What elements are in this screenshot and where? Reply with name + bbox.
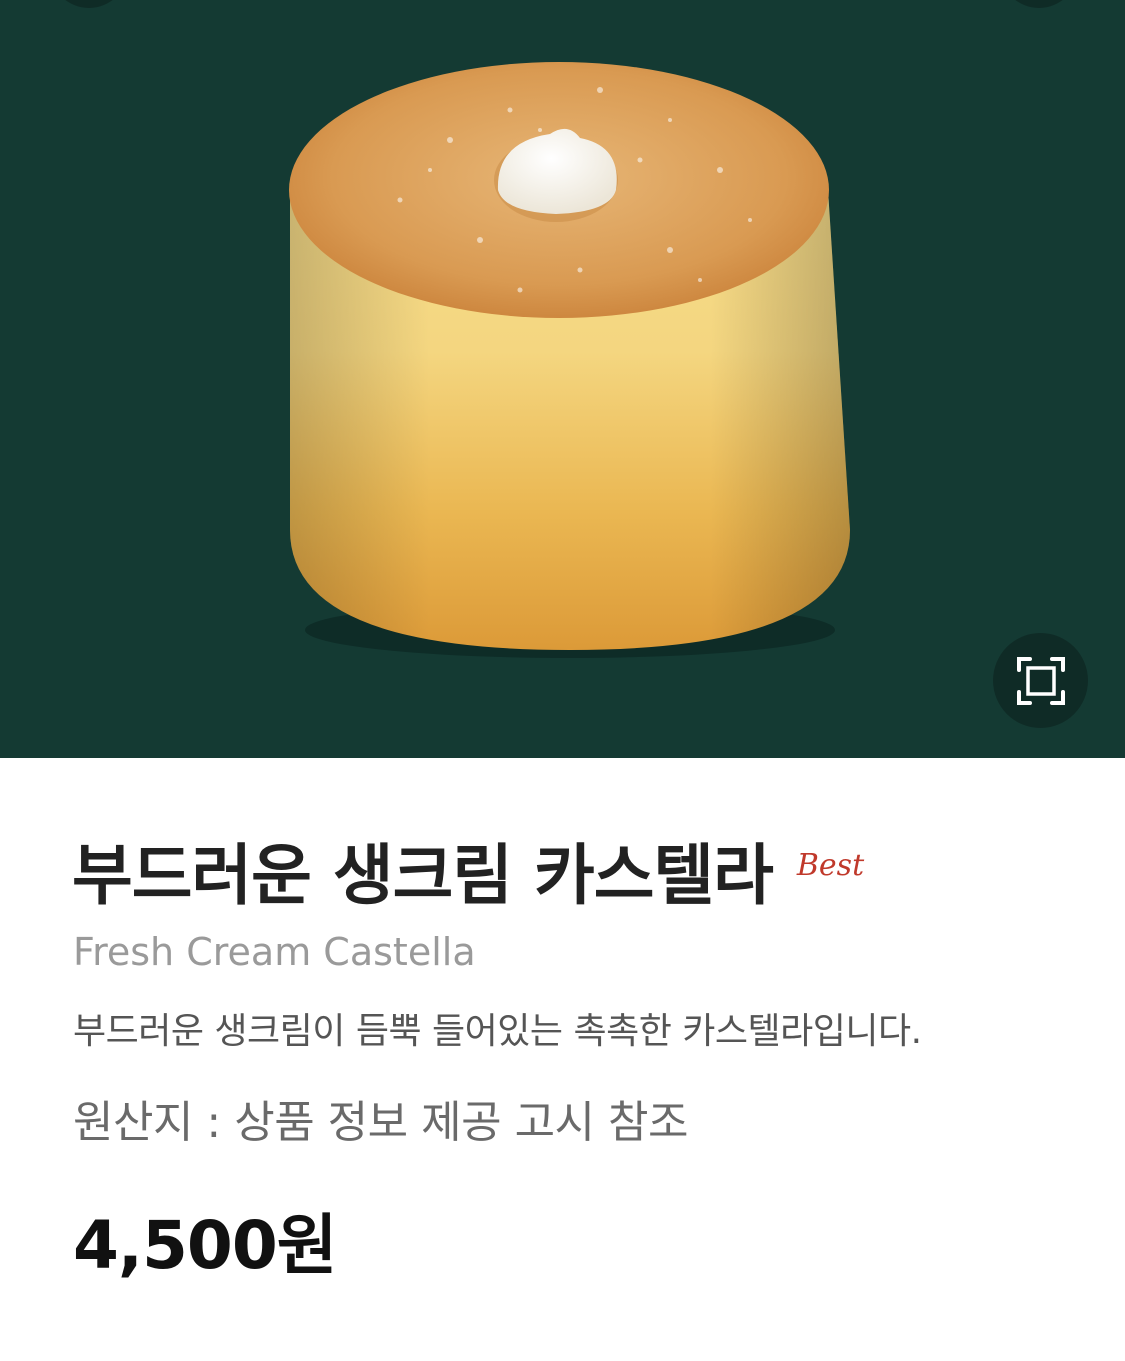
product-hero [0,0,1125,758]
product-origin: 원산지 : 상품 정보 제공 고시 참조 [73,1097,688,1148]
product-info: 부드러운 생크림 카스텔라 Best Fresh Cream Castella … [0,758,1125,1361]
product-price: 4,500원 [73,1207,337,1284]
best-badge: Best [796,848,865,883]
expand-image-button[interactable] [993,633,1088,728]
product-title: 부드러운 생크림 카스텔라 [72,837,774,914]
product-image [289,62,850,658]
product-detail-page: 부드러운 생크림 카스텔라 Best Fresh Cream Castella … [0,0,1125,1361]
fullscreen-icon [1016,656,1065,705]
back-button[interactable] [50,0,128,8]
share-button[interactable] [1000,0,1078,8]
product-english-name: Fresh Cream Castella [73,930,476,974]
title-row: 부드러운 생크림 카스텔라 Best [72,836,864,916]
product-description: 부드러운 생크림이 듬뿍 들어있는 촉촉한 카스텔라입니다. [73,1011,922,1052]
